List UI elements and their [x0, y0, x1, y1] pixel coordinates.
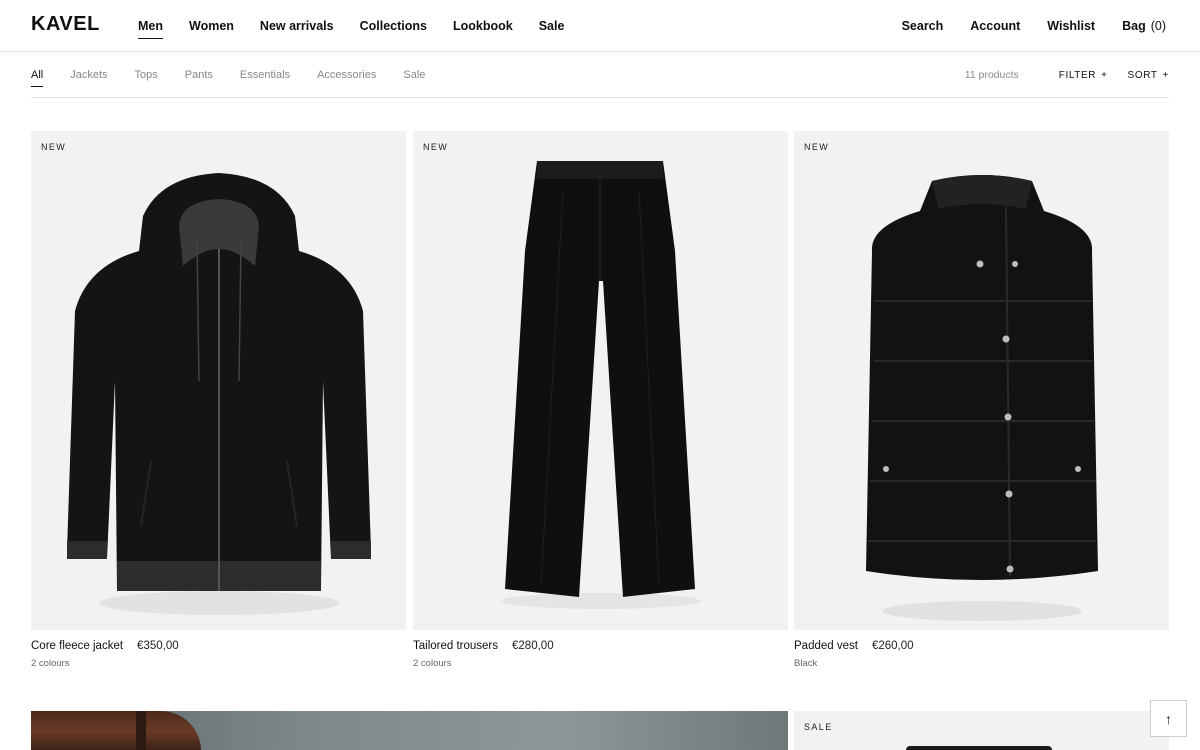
nav-item-collections[interactable]: Collections [360, 19, 427, 39]
padded-vest-icon [866, 175, 1098, 621]
product-price: €280,00 [512, 640, 554, 652]
listing-controls: 11 products FILTER + SORT + [965, 69, 1169, 81]
wishlist-link[interactable]: Wishlist [1047, 19, 1095, 33]
sort-label: SORT [1127, 69, 1158, 81]
search-link[interactable]: Search [902, 19, 944, 33]
category-tab-essentials[interactable]: Essentials [240, 69, 290, 87]
bag-label: Bag [1122, 19, 1146, 33]
arrow-up-icon: ↑ [1165, 710, 1172, 727]
plus-icon: + [1162, 69, 1169, 81]
bag-count: (0) [1150, 19, 1166, 33]
product-card: NEW Padded vest €260,00 Black [794, 131, 1169, 669]
editorial-banner-image[interactable] [31, 711, 788, 750]
product-card: NEW Tailored trousers €280,00 2 colours [413, 131, 788, 669]
product-name[interactable]: Core fleece jacket [31, 640, 123, 652]
product-colours: 2 colours [31, 658, 70, 669]
new-badge: NEW [804, 142, 830, 152]
brand-logo[interactable]: KAVEL [31, 13, 100, 36]
category-tab-jackets[interactable]: Jackets [70, 69, 107, 87]
category-tab-tops[interactable]: Tops [135, 69, 158, 87]
product-card: NEW Core fleece jacket €350,00 2 colours [31, 131, 406, 669]
product-price: €260,00 [871, 640, 914, 652]
wide-leg-trousers-icon [501, 161, 701, 609]
category-tabs: All Jackets Tops Pants Essentials Access… [31, 69, 452, 87]
category-tab-pants[interactable]: Pants [185, 69, 213, 87]
product-info: Padded vest €260,00 Black [794, 630, 1169, 669]
product-price: €350,00 [137, 640, 179, 652]
product-image-link[interactable]: NEW [794, 131, 1169, 630]
utility-nav: Search Account Wishlist Bag (0) [875, 19, 1166, 33]
category-tab-all[interactable]: All [31, 69, 44, 87]
leather-jacket-image [31, 711, 201, 750]
nav-item-lookbook[interactable]: Lookbook [453, 19, 513, 39]
filter-label: FILTER [1058, 69, 1097, 81]
account-link[interactable]: Account [970, 19, 1020, 33]
product-name-row: Core fleece jacket €350,00 [31, 640, 406, 652]
product-image-link[interactable]: NEW [31, 131, 406, 630]
sale-badge: SALE [804, 722, 833, 732]
main-nav: Men Women New arrivals Collections Lookb… [138, 19, 590, 39]
product-colours: 2 colours [413, 658, 452, 669]
product-name-row: Tailored trousers €280,00 [413, 640, 788, 652]
new-badge: NEW [41, 142, 67, 152]
product-name-row: Padded vest €260,00 [794, 640, 1169, 652]
product-name[interactable]: Padded vest [794, 640, 858, 652]
plus-icon: + [1101, 69, 1108, 81]
bag-strap-image [136, 711, 146, 750]
product-colour: Black [794, 658, 818, 669]
product-info: Tailored trousers €280,00 2 colours [413, 630, 788, 669]
product-peek-image [906, 746, 1052, 750]
new-badge: NEW [423, 142, 449, 152]
product-info: Core fleece jacket €350,00 2 colours [31, 630, 406, 669]
category-bar: All Jackets Tops Pants Essentials Access… [31, 60, 1169, 98]
back-to-top-button[interactable]: ↑ [1150, 700, 1187, 737]
product-count: 11 products [964, 69, 1019, 81]
sort-button[interactable]: SORT + [1128, 70, 1169, 81]
product-image-link[interactable]: NEW [413, 131, 788, 630]
product-image-link[interactable]: SALE [794, 711, 1169, 750]
hooded-fleece-jacket-icon [67, 173, 371, 615]
nav-item-new-arrivals[interactable]: New arrivals [260, 19, 334, 39]
filter-button[interactable]: FILTER + [1059, 70, 1108, 81]
nav-item-men[interactable]: Men [138, 19, 163, 39]
nav-item-women[interactable]: Women [189, 19, 234, 39]
category-tab-accessories[interactable]: Accessories [317, 69, 376, 87]
page: KAVEL Men Women New arrivals Collections… [0, 0, 1200, 750]
site-header: KAVEL Men Women New arrivals Collections… [0, 0, 1200, 52]
bag-link[interactable]: Bag (0) [1122, 19, 1166, 33]
product-name[interactable]: Tailored trousers [413, 640, 498, 652]
nav-item-sale[interactable]: Sale [539, 19, 565, 39]
category-tab-sale[interactable]: Sale [403, 69, 425, 87]
